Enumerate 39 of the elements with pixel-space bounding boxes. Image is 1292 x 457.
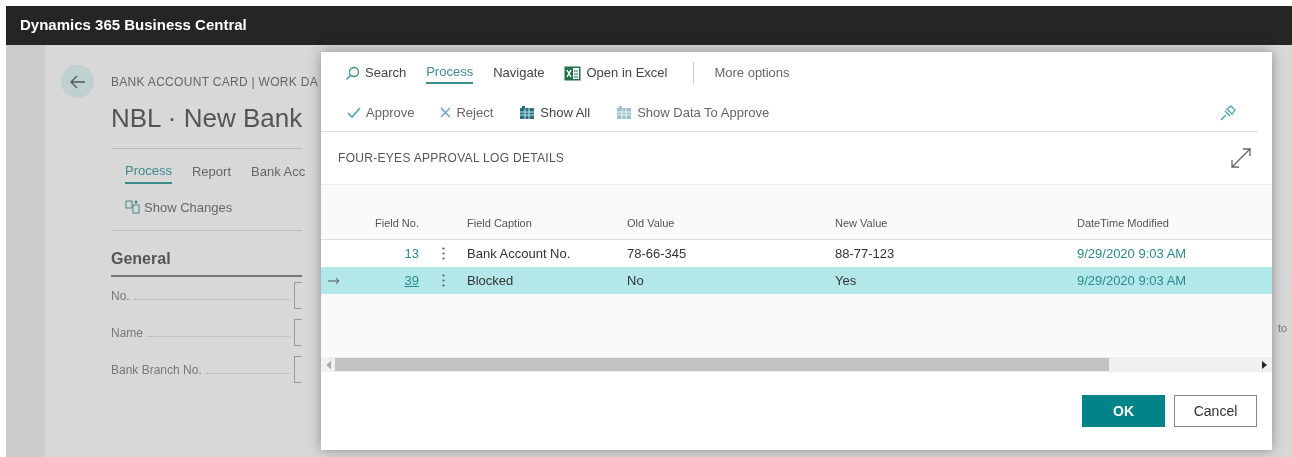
dialog-title: FOUR-EYES APPROVAL LOG DETAILS bbox=[338, 150, 565, 167]
tab[interactable]: Report bbox=[191, 161, 231, 184]
breadcrumb: BANK ACCOUNT CARD | WORK DA bbox=[111, 74, 319, 91]
field-number-link[interactable]: 13 bbox=[347, 243, 419, 264]
field-label: Bank Branch No. bbox=[111, 361, 202, 379]
column-header[interactable]: DateTime Modified bbox=[1077, 214, 1272, 231]
open-in-excel-button[interactable]: Open in Excel bbox=[564, 63, 668, 83]
table-cell-text: 88-77-123 bbox=[835, 244, 896, 263]
cut-text: to bbox=[1278, 321, 1288, 336]
column-header[interactable]: New Value bbox=[835, 214, 1077, 231]
column-header[interactable]: Field Caption bbox=[467, 214, 627, 231]
field-label: No. bbox=[111, 287, 130, 305]
approve-button[interactable]: Approve bbox=[347, 102, 415, 123]
column-header[interactable]: Old Value bbox=[627, 214, 835, 231]
app-title: Dynamics 365 Business Central bbox=[20, 15, 247, 36]
more-options-button[interactable]: More options bbox=[714, 63, 790, 83]
table-row[interactable]: 13 Bank Account No. 78-66-345 88-77-123 9/29/2020 9:03 AM bbox=[321, 240, 1272, 267]
tab[interactable]: Navigate bbox=[493, 63, 545, 83]
show-changes-button[interactable]: Show Changes bbox=[111, 197, 233, 217]
ok-button[interactable]: OK bbox=[1082, 395, 1165, 427]
field-label: Name bbox=[111, 324, 143, 342]
column-header[interactable]: Field No. bbox=[347, 214, 419, 231]
page-title: NBL · New Bank bbox=[111, 102, 303, 135]
table-row[interactable]: 39 Blocked No Yes 9/29/2020 9:03 AM bbox=[321, 267, 1272, 294]
tab[interactable]: Bank Acc bbox=[251, 161, 306, 184]
section-title: General bbox=[111, 247, 302, 277]
table-cell-text: Bank Account No. bbox=[467, 244, 572, 263]
reject-button[interactable]: Reject bbox=[440, 102, 494, 123]
table-cell-text: 9/29/2020 9:03 AM bbox=[1077, 244, 1188, 263]
table-cell-text: 78-66-345 bbox=[627, 244, 688, 263]
show-all-button[interactable]: Show All bbox=[519, 102, 591, 123]
cancel-button[interactable]: Cancel bbox=[1174, 395, 1257, 427]
search-button[interactable]: Search bbox=[345, 63, 407, 83]
table-cell-text: Blocked bbox=[467, 271, 515, 290]
show-data-button[interactable]: Show Data To Approve bbox=[616, 102, 770, 123]
table-cell-text: 9/29/2020 9:03 AM bbox=[1077, 271, 1188, 290]
table-cell-text: No bbox=[627, 271, 645, 290]
table-cell-text: Yes bbox=[835, 271, 858, 290]
tab[interactable]: Process bbox=[426, 62, 474, 84]
